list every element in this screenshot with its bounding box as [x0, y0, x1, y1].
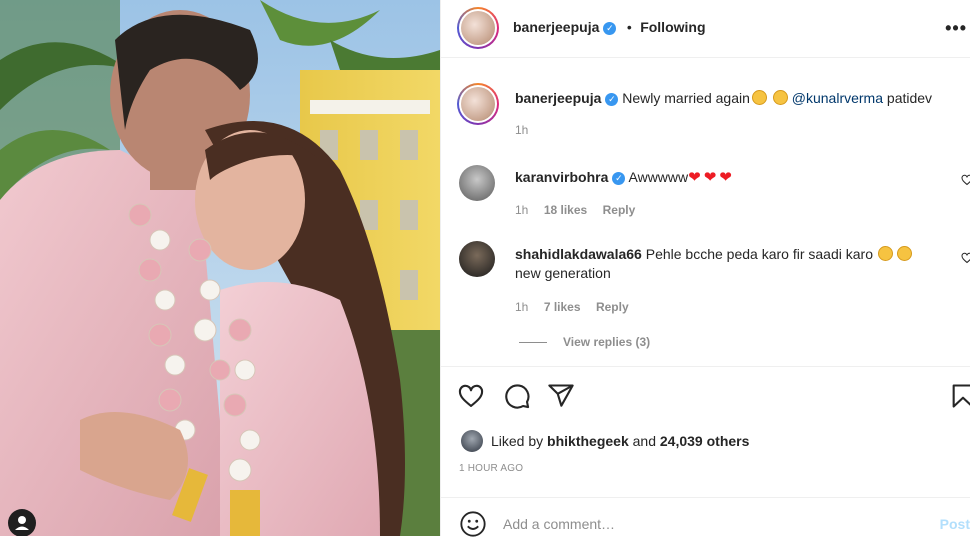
comment-text: Awwwww [628, 169, 689, 185]
speech-bubble-icon[interactable] [503, 382, 531, 410]
caption-text: Newly married again [622, 90, 750, 106]
comment-reply-button[interactable]: Reply [603, 203, 636, 217]
comment-text: Pehle bcche peda karo fir saadi karo [645, 246, 873, 262]
comment-username[interactable]: karanvirbohra [515, 169, 608, 185]
paper-plane-icon[interactable] [547, 382, 575, 410]
add-comment-input[interactable] [503, 512, 923, 536]
comment-likes[interactable]: 18 likes [544, 203, 587, 217]
verified-badge-icon: ✓ [603, 22, 617, 35]
comment-reply-button[interactable]: Reply [596, 300, 629, 314]
caption: banerjeepuja ✓ Newly married again @kunal… [515, 90, 932, 106]
follow-status-button[interactable]: Following [640, 19, 705, 35]
emoji-icon [896, 246, 912, 261]
comment-meta: 1h 18 likes Reply [515, 201, 635, 219]
comment: karanvirbohra ✓ Awwwww❤ ❤ ❤ [515, 168, 732, 186]
separator-dot: • [626, 19, 632, 35]
actions-divider [441, 366, 970, 367]
commenter-avatar[interactable] [459, 241, 495, 277]
comment-text-line2: new generation [515, 265, 611, 281]
couple-photo-illustration [0, 0, 440, 536]
post-header: banerjeepuja ✓ • Following ••• [441, 0, 970, 58]
view-replies-button[interactable]: View replies (3) [563, 335, 650, 349]
comment-like-icon[interactable] [961, 251, 970, 269]
red-heart-icon: ❤ [719, 169, 732, 186]
liked-by-username[interactable]: bhikthegeek [547, 433, 629, 449]
commenter-avatar[interactable] [459, 165, 495, 201]
emoji-icon [772, 90, 788, 105]
emoji-icon [877, 246, 893, 261]
comment-meta: 1h 7 likes Reply [515, 298, 629, 316]
emoji-icon [751, 90, 767, 105]
red-heart-icon: ❤ [688, 169, 701, 186]
liked-by-prefix: Liked by [491, 433, 544, 449]
bookmark-icon[interactable] [949, 382, 970, 410]
caption-username[interactable]: banerjeepuja [515, 90, 601, 106]
user-tag-icon[interactable] [8, 509, 36, 536]
post-timestamp[interactable]: 1 HOUR AGO [459, 463, 523, 474]
author-username[interactable]: banerjeepuja [513, 19, 599, 35]
caption-avatar[interactable] [457, 83, 499, 125]
smiley-icon[interactable] [459, 510, 487, 538]
comment: shahidlakdawala66 Pehle bcche peda karo … [515, 245, 955, 283]
verified-badge-icon: ✓ [605, 93, 619, 106]
red-heart-icon: ❤ [703, 169, 717, 186]
author-avatar[interactable] [457, 7, 499, 49]
post-comment-button[interactable]: Post [940, 516, 970, 532]
comment-like-icon[interactable] [961, 173, 970, 191]
view-replies-divider [519, 342, 547, 343]
comment-likes[interactable]: 7 likes [544, 300, 581, 314]
comment-box-divider [441, 497, 970, 498]
liked-by-line: Liked by bhikthegeek and 24,039 others [491, 433, 749, 449]
post-photo[interactable] [0, 0, 440, 536]
caption-time: 1h [515, 123, 529, 137]
liker-avatar[interactable] [461, 430, 483, 452]
comment-time: 1h [515, 300, 529, 314]
post-detail-panel: banerjeepuja ✓ • Following ••• banerjeepu… [440, 0, 970, 538]
verified-badge-icon: ✓ [612, 172, 626, 185]
comment-username[interactable]: shahidlakdawala66 [515, 246, 642, 262]
comment-time: 1h [515, 203, 529, 217]
header-author-line: banerjeepuja ✓ • Following [513, 19, 706, 37]
more-options-icon[interactable]: ••• [945, 18, 967, 39]
likes-count-link[interactable]: 24,039 others [660, 433, 750, 449]
heart-outline-icon[interactable] [457, 382, 485, 410]
caption-mention-link[interactable]: @kunalrverma [792, 90, 883, 106]
caption-tail: patidev [886, 90, 933, 106]
liked-by-middle: and [632, 433, 656, 449]
